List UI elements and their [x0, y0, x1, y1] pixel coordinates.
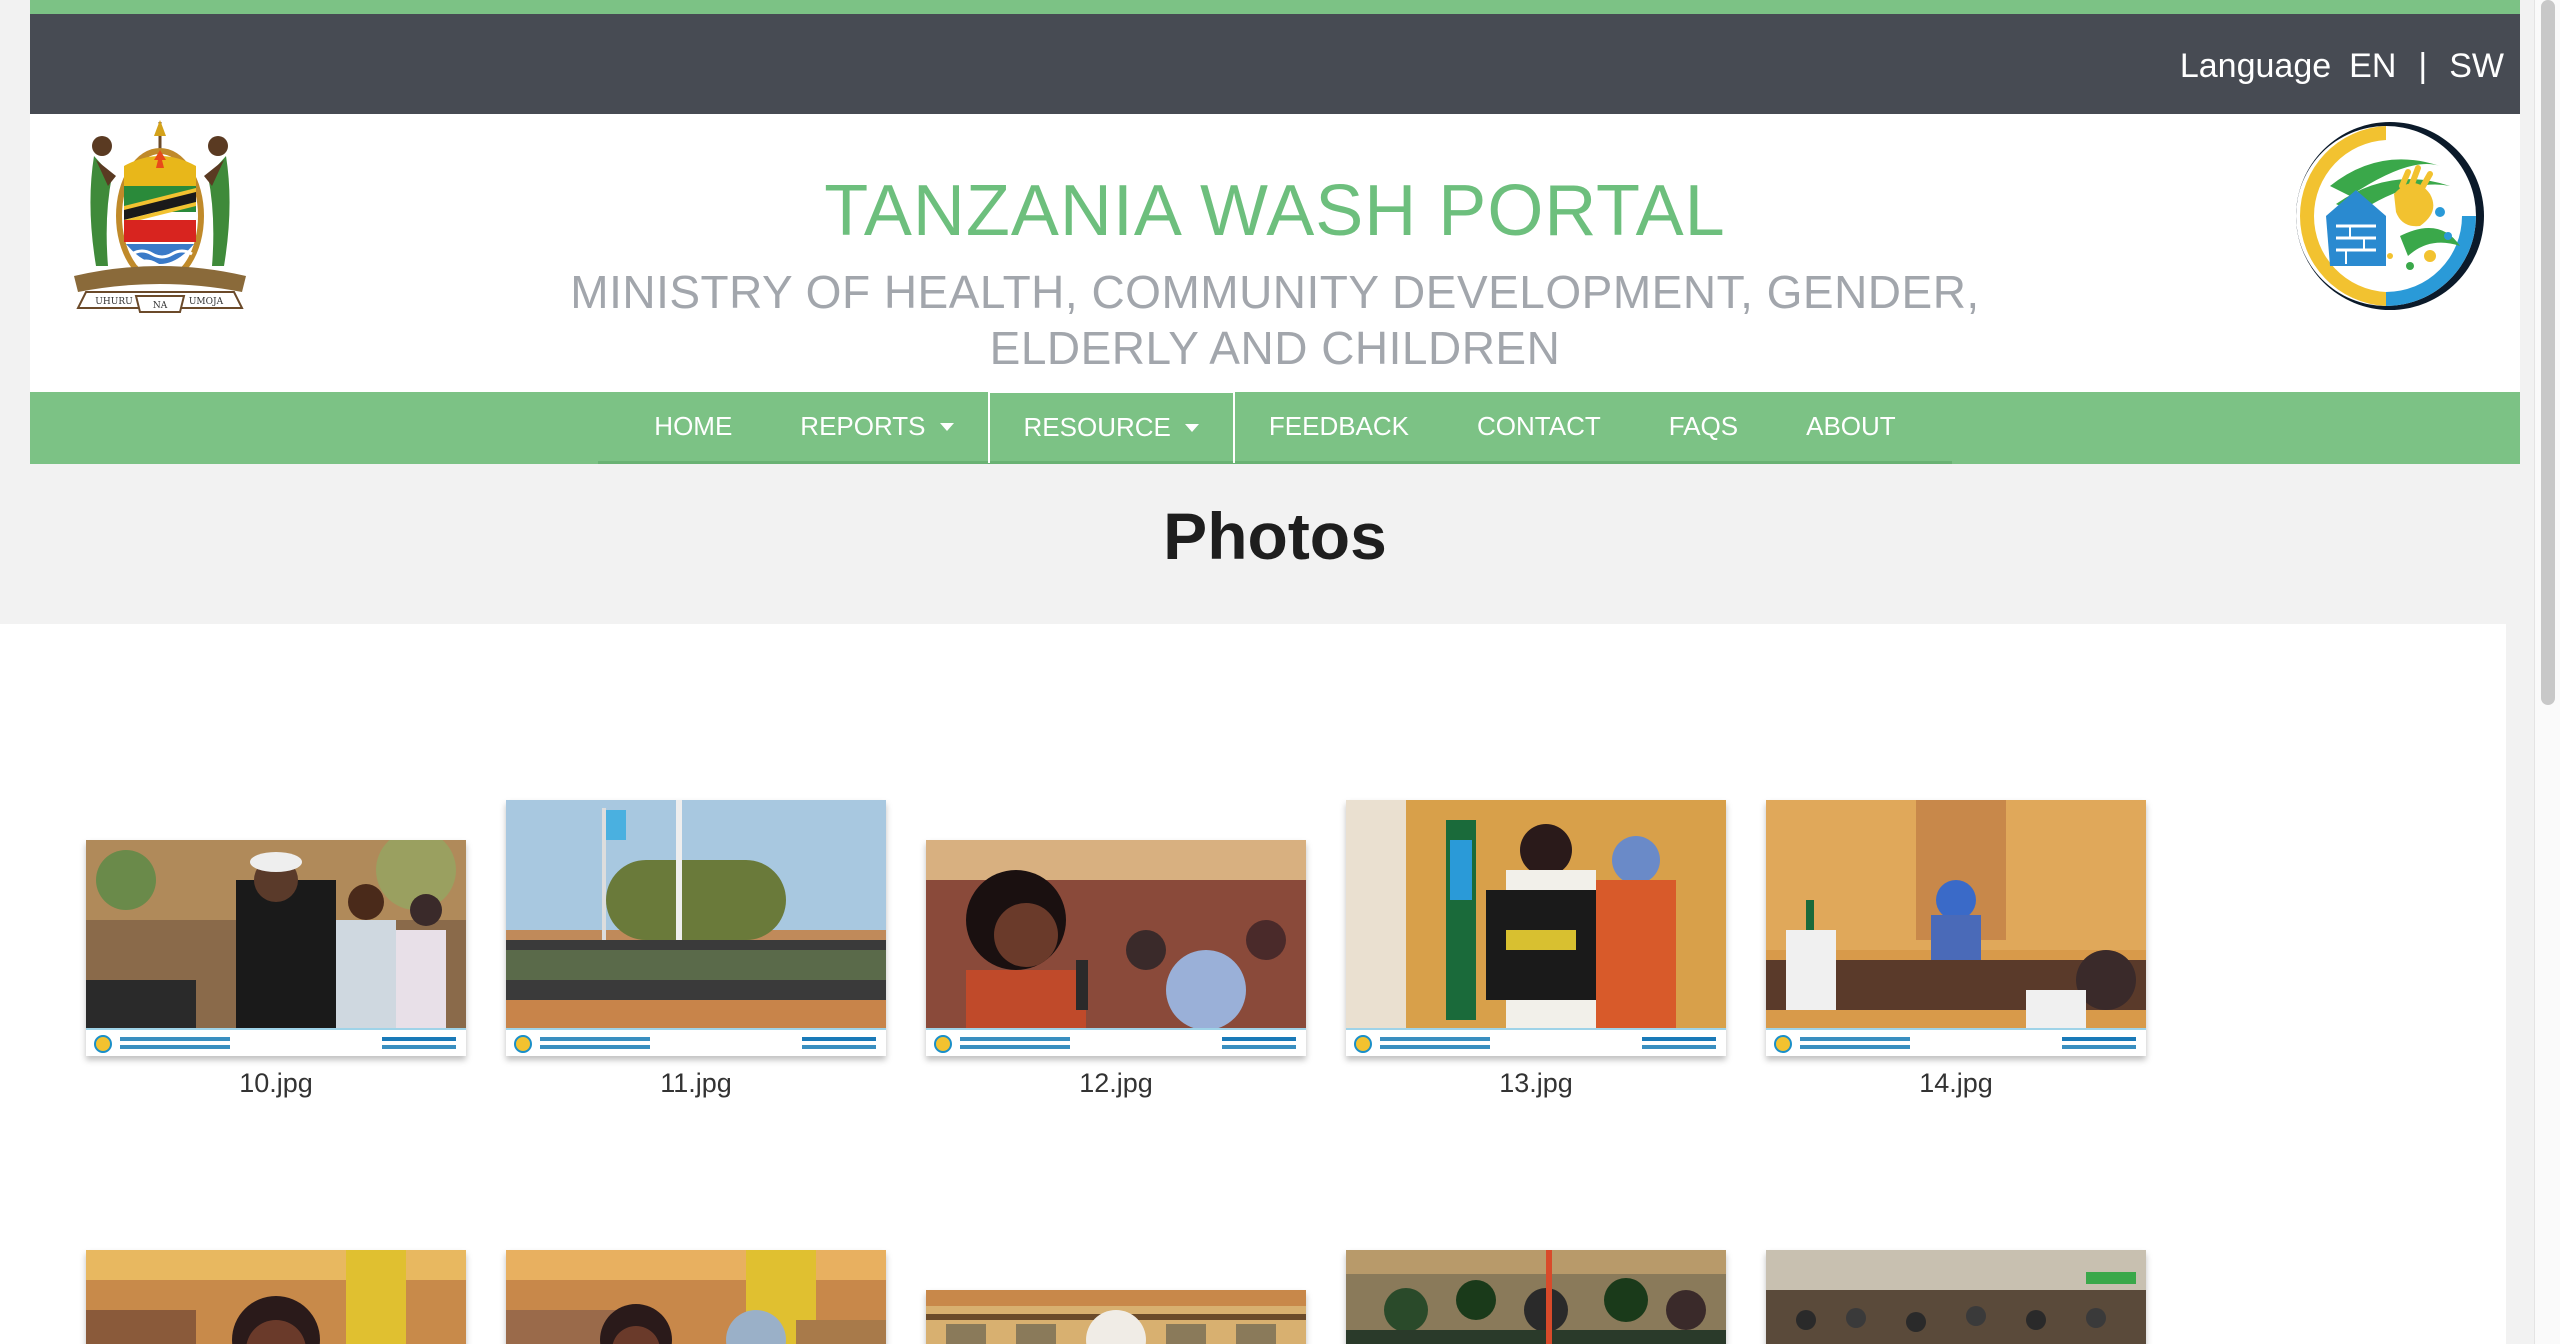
motto-word-3: UMOJA	[189, 297, 224, 307]
photo-image	[1766, 1250, 2146, 1344]
nav-resource-label: RESOURCE	[1023, 412, 1171, 442]
photo-thumbnail[interactable]	[1346, 800, 1726, 1056]
photo-image	[506, 1250, 886, 1344]
nav-faqs[interactable]: FAQS	[1635, 391, 1772, 463]
photo-image	[1766, 800, 2146, 1056]
photo-thumbnail[interactable]	[1346, 1250, 1726, 1344]
photo-gallery: 10.jpg 11.jpg 12.jpg 13.jpg 14.jpg	[0, 624, 2506, 1344]
nav-resource[interactable]: RESOURCE	[987, 390, 1235, 463]
language-bar: Language EN | SW	[30, 14, 2520, 114]
photo-watermark-banner	[506, 1028, 886, 1056]
nav-contact[interactable]: CONTACT	[1443, 391, 1635, 463]
nav-reports-label: REPORTS	[800, 411, 926, 441]
photo-thumbnail[interactable]	[86, 1250, 466, 1344]
language-label: Language	[2179, 47, 2332, 85]
motto-word-2: NA	[153, 301, 168, 311]
chevron-down-icon	[1184, 423, 1199, 432]
nav-list: HOME REPORTS RESOURCE FEEDBACK CONTACT F…	[598, 390, 1952, 464]
photo-watermark-banner	[926, 1028, 1306, 1056]
photo-thumbnail[interactable]	[1766, 800, 2146, 1056]
nav-about-label: ABOUT	[1806, 411, 1896, 441]
motto-word-1: UHURU	[95, 297, 133, 307]
site-subtitle: MINISTRY OF HEALTH, COMMUNITY DEVELOPMEN…	[570, 266, 1980, 374]
nav-reports[interactable]: REPORTS	[766, 391, 987, 463]
nav-feedback[interactable]: FEEDBACK	[1235, 391, 1443, 463]
photo-thumbnail[interactable]	[506, 800, 886, 1056]
nav-faqs-label: FAQS	[1668, 411, 1739, 441]
scrollbar[interactable]	[2534, 0, 2560, 1344]
photo-watermark-banner	[1346, 1028, 1726, 1056]
top-accent-strip	[30, 0, 2520, 14]
site-title: TANZANIA WASH PORTAL	[824, 171, 1726, 251]
page-title: Photos	[1163, 499, 1387, 573]
scrollbar-thumb[interactable]	[2541, 0, 2555, 705]
photo-image	[926, 840, 1306, 1056]
nav-about[interactable]: ABOUT	[1772, 391, 1930, 463]
photo-caption: 10.jpg	[239, 1068, 313, 1098]
photo-image	[86, 1250, 466, 1344]
language-sw-link[interactable]: SW	[2449, 47, 2504, 86]
chevron-down-icon	[939, 422, 954, 431]
photo-image	[926, 1290, 1306, 1344]
photo-thumbnail[interactable]	[926, 840, 1306, 1056]
main-navigation: HOME REPORTS RESOURCE FEEDBACK CONTACT F…	[30, 390, 2520, 464]
photo-caption: 13.jpg	[1499, 1068, 1573, 1098]
photo-caption: 11.jpg	[660, 1068, 732, 1098]
photo-image	[1346, 1250, 1726, 1344]
language-en-link[interactable]: EN	[2349, 47, 2396, 86]
photo-image	[1346, 800, 1726, 1056]
photo-thumbnail[interactable]	[506, 1250, 886, 1344]
photo-watermark-banner	[86, 1028, 466, 1056]
nav-home-label: HOME	[654, 411, 733, 441]
nav-contact-label: CONTACT	[1477, 411, 1601, 441]
site-header: UHURU NA UMOJA TANZANIA WASH PORTAL MINI…	[30, 114, 2520, 392]
photo-caption: 12.jpg	[1079, 1068, 1153, 1098]
photo-watermark-banner	[1766, 1028, 2146, 1056]
nav-home[interactable]: HOME	[620, 391, 766, 463]
language-separator: |	[2418, 47, 2428, 85]
wash-portal-logo[interactable]	[2290, 116, 2490, 316]
page: Language EN | SW UHURU NA UMOJA TANZANIA…	[30, 0, 2520, 638]
photo-thumbnail[interactable]	[1766, 1250, 2146, 1344]
photo-caption: 14.jpg	[1919, 1068, 1993, 1098]
photo-thumbnail[interactable]	[86, 840, 466, 1056]
photo-image	[86, 840, 466, 1056]
language-switcher: Language EN | SW	[2180, 47, 2504, 86]
photo-image	[506, 800, 886, 1056]
photo-thumbnail[interactable]	[926, 1290, 1306, 1344]
nav-feedback-label: FEEDBACK	[1268, 411, 1410, 441]
